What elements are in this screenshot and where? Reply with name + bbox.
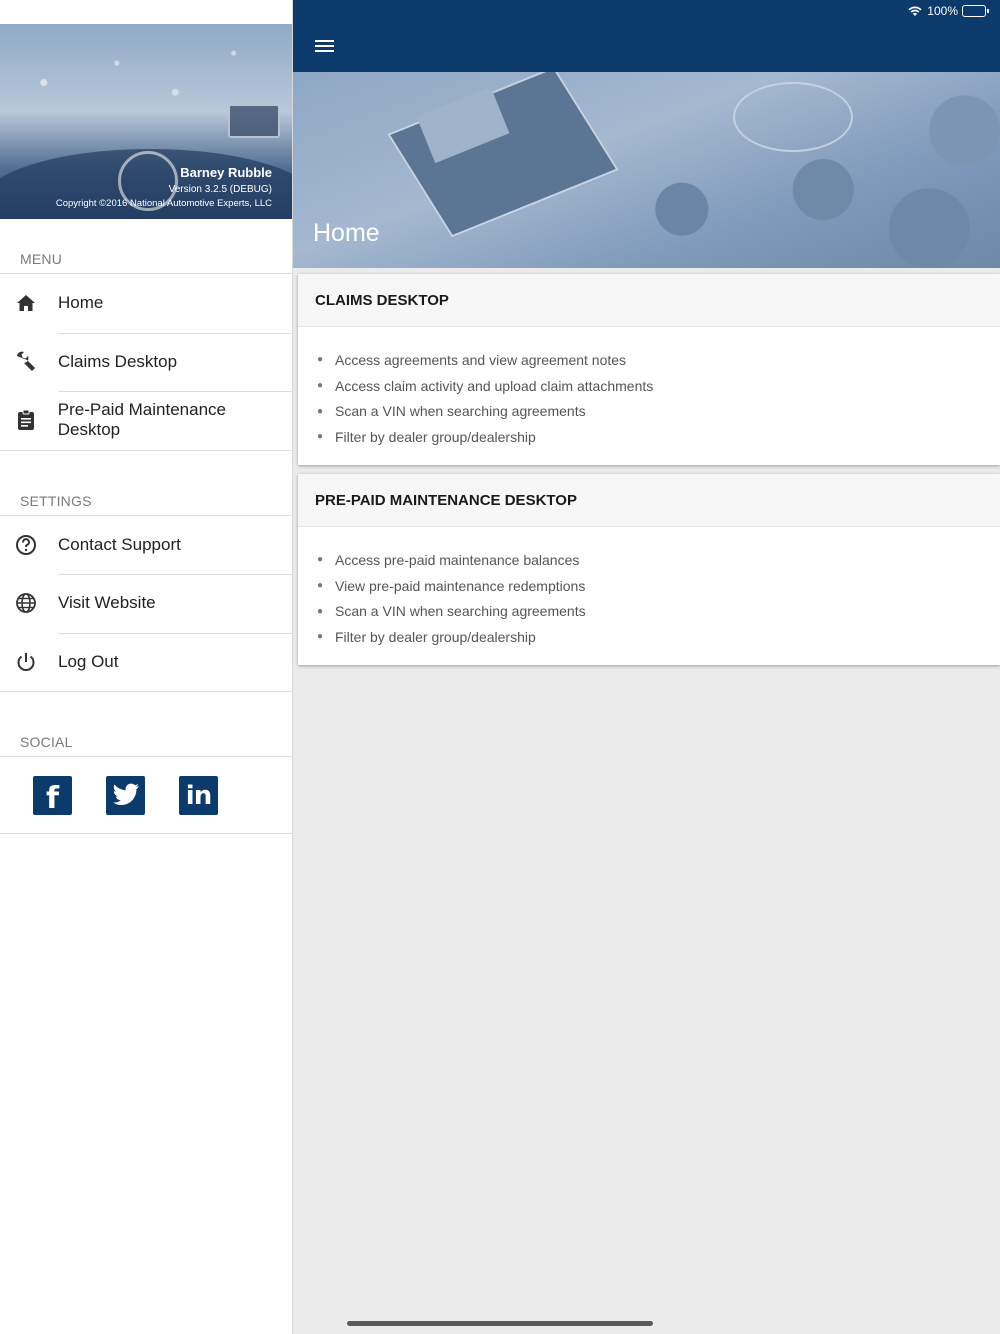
bullet-icon: ● bbox=[317, 554, 324, 566]
facebook-glyph: f bbox=[45, 780, 60, 816]
twitter-icon[interactable] bbox=[106, 775, 145, 815]
header-image: Home bbox=[293, 72, 1000, 268]
menu-item-label: Claims Desktop bbox=[58, 351, 178, 371]
menu-item-home[interactable]: Home bbox=[0, 274, 292, 333]
settings-section-header: SETTINGS bbox=[20, 492, 92, 509]
list-item: ● View pre-paid maintenance redemptions bbox=[315, 573, 1000, 599]
menu-item-label: Home bbox=[58, 293, 104, 313]
list-item-text: Scan a VIN when searching agreements bbox=[335, 403, 586, 420]
app-bar: 100% bbox=[293, 0, 1000, 72]
claims-desktop-card[interactable]: CLAIMS DESKTOP ● Access agreements and vi… bbox=[298, 274, 1000, 465]
user-name: Barney Rubble bbox=[180, 165, 272, 180]
social-section-header: SOCIAL bbox=[20, 734, 73, 750]
list-item: ● Access claim activity and upload claim … bbox=[315, 373, 1000, 399]
list-item-text: Access agreements and view agreement not… bbox=[335, 351, 627, 368]
list-item-text: Filter by dealer group/dealership bbox=[335, 628, 536, 645]
list-item: ● Filter by dealer group/dealership bbox=[315, 624, 1000, 650]
hamburger-menu-icon[interactable] bbox=[315, 40, 334, 54]
home-icon bbox=[0, 294, 58, 312]
building-shape bbox=[387, 72, 619, 238]
settings-list: Contact Support Visit Website Log Out bbox=[0, 514, 292, 692]
card-title: CLAIMS DESKTOP bbox=[298, 274, 1000, 327]
menu-item-label: Contact Support bbox=[58, 534, 181, 554]
drawer-status-area bbox=[0, 0, 292, 24]
status-bar: 100% bbox=[907, 4, 989, 18]
list-item: ● Access agreements and view agreement no… bbox=[315, 347, 1000, 373]
menu-item-label: Visit Website bbox=[58, 593, 156, 613]
feature-list: ● Access pre-paid maintenance balances ● V… bbox=[315, 547, 1000, 650]
power-icon bbox=[0, 651, 58, 673]
clipboard-icon bbox=[0, 409, 58, 431]
menu-item-contact-support[interactable]: Contact Support bbox=[0, 516, 292, 575]
linkedin-icon[interactable]: in bbox=[179, 775, 218, 815]
feature-list: ● Access agreements and view agreement no… bbox=[315, 347, 1000, 450]
main-content: 100% Home CLAIMS DESKTOP ● Access agreeme… bbox=[293, 0, 1000, 1334]
bullet-icon: ● bbox=[317, 580, 324, 592]
list-item-text: Filter by dealer group/dealership bbox=[335, 428, 536, 445]
page-title: Home bbox=[313, 219, 380, 247]
side-drawer: Barney Rubble Version 3.2.5 (DEBUG) Copy… bbox=[0, 0, 293, 1334]
facebook-icon[interactable]: f bbox=[33, 775, 72, 816]
bullet-icon: ● bbox=[317, 405, 324, 417]
menu-item-prepaid-maintenance[interactable]: Pre-Paid Maintenance Desktop bbox=[0, 391, 292, 450]
bullet-icon: ● bbox=[317, 631, 324, 643]
battery-percentage: 100% bbox=[927, 4, 958, 18]
battery-icon bbox=[962, 5, 989, 17]
help-circle-icon bbox=[0, 534, 58, 556]
list-item-text: Access pre-paid maintenance balances bbox=[335, 551, 580, 568]
list-item-text: Scan a VIN when searching agreements bbox=[335, 603, 586, 620]
list-item: ● Access pre-paid maintenance balances bbox=[315, 547, 1000, 573]
social-links: f in bbox=[0, 756, 292, 834]
list-item: ● Scan a VIN when searching agreements bbox=[315, 598, 1000, 624]
menu-item-log-out[interactable]: Log Out bbox=[0, 632, 292, 692]
card-body: ● Access pre-paid maintenance balances ● V… bbox=[298, 527, 1000, 650]
bullet-icon: ● bbox=[317, 605, 324, 617]
home-indicator[interactable] bbox=[347, 1321, 653, 1326]
menu-item-label: Log Out bbox=[58, 651, 119, 671]
card-title: PRE-PAID MAINTENANCE DESKTOP bbox=[298, 474, 1000, 527]
linkedin-glyph: in bbox=[185, 781, 212, 811]
bullet-icon: ● bbox=[317, 431, 324, 443]
menu-item-visit-website[interactable]: Visit Website bbox=[0, 574, 292, 633]
menu-list: Home Claims Desktop Pre-Paid Maintenance… bbox=[0, 273, 292, 451]
menu-item-label: Pre-Paid Maintenance Desktop bbox=[57, 400, 226, 440]
list-item-text: View pre-paid maintenance redemptions bbox=[335, 577, 586, 594]
drawer-header-image: Barney Rubble Version 3.2.5 (DEBUG) Copy… bbox=[0, 24, 292, 219]
wifi-icon bbox=[908, 6, 922, 16]
menu-item-claims-desktop[interactable]: Claims Desktop bbox=[0, 332, 292, 392]
gps-device-shape bbox=[228, 104, 280, 138]
list-item: ● Scan a VIN when searching agreements bbox=[315, 398, 1000, 424]
bullet-icon: ● bbox=[317, 380, 324, 392]
list-item: ● Filter by dealer group/dealership bbox=[315, 424, 1000, 450]
card-body: ● Access agreements and view agreement no… bbox=[298, 327, 1000, 450]
menu-section-header: MENU bbox=[20, 251, 63, 267]
app-version: Version 3.2.5 (DEBUG) bbox=[168, 184, 272, 195]
copyright-text: Copyright ©2016 National Automotive Expe… bbox=[55, 198, 272, 209]
roundabout-shape bbox=[733, 82, 853, 152]
wrench-icon bbox=[0, 351, 58, 373]
prepaid-maintenance-card[interactable]: PRE-PAID MAINTENANCE DESKTOP ● Access pre… bbox=[298, 474, 1000, 665]
list-item-text: Access claim activity and upload claim a… bbox=[335, 377, 654, 394]
globe-icon bbox=[0, 592, 58, 614]
bullet-icon: ● bbox=[317, 354, 324, 366]
